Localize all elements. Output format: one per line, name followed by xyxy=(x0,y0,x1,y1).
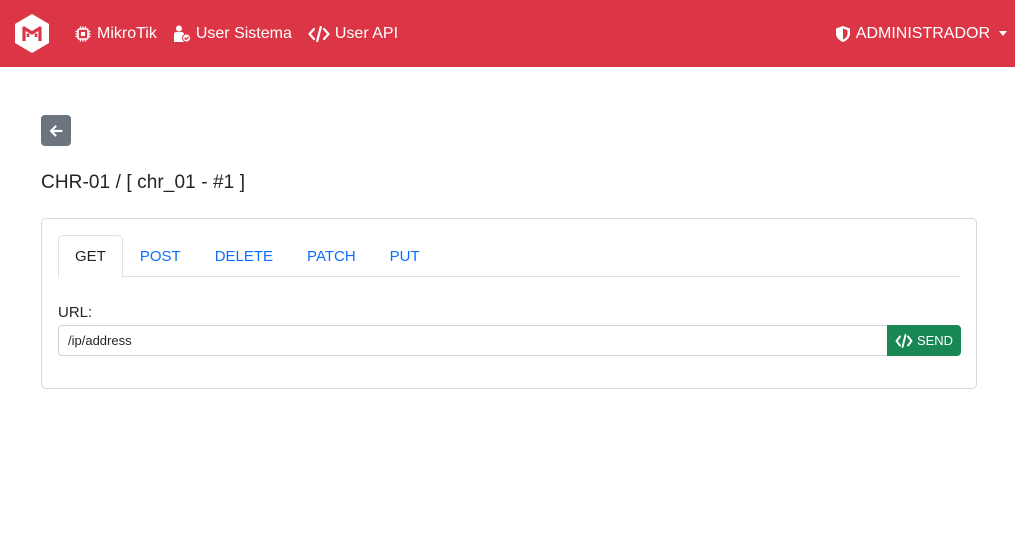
chip-icon xyxy=(74,25,92,43)
tab-get[interactable]: GET xyxy=(58,235,123,278)
tab-patch[interactable]: PATCH xyxy=(290,235,373,277)
url-label: URL: xyxy=(58,304,93,321)
url-input-group: SEND xyxy=(58,325,961,356)
nav-link-label: MikroTik xyxy=(97,24,157,42)
shield-icon xyxy=(835,25,851,43)
nav-link-label: User API xyxy=(334,24,399,42)
code-icon xyxy=(895,333,913,348)
url-input[interactable] xyxy=(58,325,887,356)
page-title: CHR-01 / [ chr_01 - #1 ] xyxy=(41,172,246,193)
mikrotik-logo-icon[interactable] xyxy=(12,13,52,53)
nav-link-user-api[interactable]: User API xyxy=(308,25,398,43)
method-tabs: GET POST DELETE PATCH PUT xyxy=(58,235,960,278)
send-button-label: SEND xyxy=(916,333,954,348)
user-menu-dropdown[interactable]: ADMINISTRADOR xyxy=(835,0,1007,67)
nav-links: MikroTik User Sistema User API xyxy=(74,0,414,67)
nav-link-label: User Sistema xyxy=(195,24,292,42)
arrow-left-icon xyxy=(49,124,63,138)
back-button[interactable] xyxy=(41,115,71,146)
code-icon xyxy=(308,25,330,43)
top-navbar: MikroTik User Sistema User API ADMINISTR… xyxy=(0,0,1015,67)
tab-delete[interactable]: DELETE xyxy=(198,235,290,277)
tab-put[interactable]: PUT xyxy=(373,235,437,277)
tab-post[interactable]: POST xyxy=(123,235,198,277)
send-button[interactable]: SEND xyxy=(887,325,961,356)
request-card: GET POST DELETE PATCH PUT URL: SEND xyxy=(41,218,977,389)
user-check-icon xyxy=(173,25,191,43)
nav-link-mikrotik[interactable]: MikroTik xyxy=(74,25,157,43)
user-menu-label: ADMINISTRADOR xyxy=(855,24,990,42)
nav-link-user-sistema[interactable]: User Sistema xyxy=(173,25,292,43)
chevron-down-icon xyxy=(999,31,1007,36)
